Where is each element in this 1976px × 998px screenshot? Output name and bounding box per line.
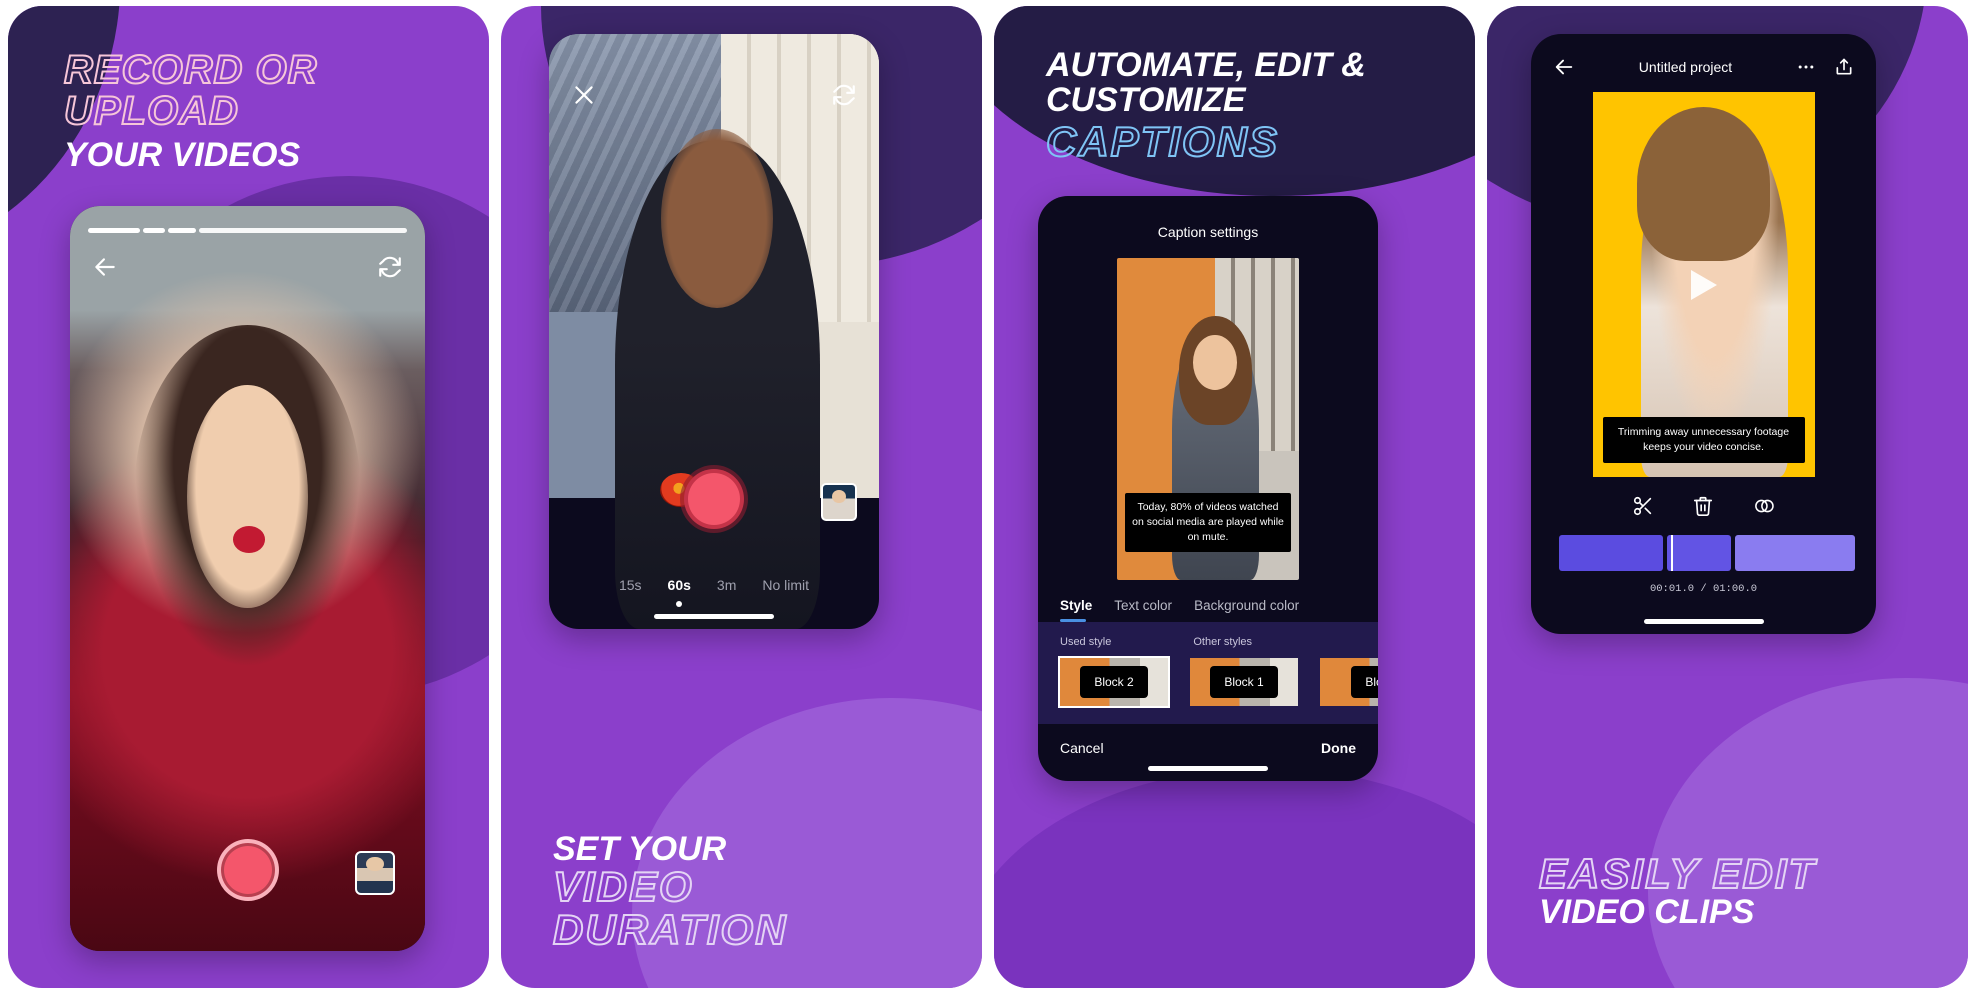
sheet-action-bar: Cancel Done [1038, 724, 1378, 756]
phone-mockup-duration: 15s 60s 3m No limit [549, 34, 879, 629]
style-card-label: Block 1 [1210, 666, 1278, 698]
close-icon[interactable] [571, 82, 597, 108]
share-icon[interactable] [1834, 57, 1854, 77]
style-card-block-1[interactable]: Block 1 [1190, 658, 1298, 706]
headline-line: AUTOMATE, EDIT & [1046, 46, 1366, 84]
more-options-icon[interactable] [1796, 57, 1816, 77]
panel-captions: AUTOMATE, EDIT & CUSTOMIZE CAPTIONS Capt… [994, 6, 1475, 988]
screenshot-gallery: RECORD OR UPLOAD YOUR VIDEOS 15s 60s 3m … [0, 0, 1976, 998]
headline-subtitle: YOUR VIDEOS [64, 135, 301, 174]
phone-mockup-captions: Caption settings Today, 80% of videos wa… [1038, 196, 1378, 781]
duration-option-60s[interactable]: 60s [668, 577, 691, 593]
duplicate-icon[interactable] [1752, 495, 1776, 517]
phone-mockup-editor: Untitled project Trimming away unnecessa… [1531, 34, 1876, 634]
editor-toolbar [1531, 495, 1876, 517]
gallery-thumbnail[interactable] [821, 483, 857, 521]
play-icon[interactable] [1690, 269, 1717, 300]
gallery-thumbnail[interactable] [355, 851, 395, 895]
timeline-clip[interactable] [1667, 535, 1731, 571]
back-arrow-icon[interactable] [1553, 56, 1575, 78]
home-indicator [1643, 619, 1764, 624]
caption-settings-tabs: Style Text color Background color [1038, 598, 1378, 622]
phone-mockup-camera [70, 206, 425, 951]
panel-easily-edit: Untitled project Trimming away unnecessa… [1487, 6, 1968, 988]
panel-record-or-upload: RECORD OR UPLOAD YOUR VIDEOS [8, 6, 489, 988]
panel-headline: RECORD OR UPLOAD YOUR VIDEOS [63, 48, 318, 174]
home-indicator [654, 614, 774, 619]
caption-text-overlay: Today, 80% of videos watched on social m… [1125, 493, 1291, 552]
progress-segment [168, 228, 196, 233]
headline-line: UPLOAD [63, 88, 239, 133]
scissors-icon[interactable] [1632, 495, 1654, 517]
record-button[interactable] [684, 469, 744, 529]
tab-text-color[interactable]: Text color [1114, 598, 1172, 622]
style-picker: Used style Other styles Block 2 Block 1 … [1038, 622, 1378, 724]
style-card-block-2[interactable]: Block 2 [1058, 656, 1170, 708]
label-used-style: Used style [1060, 636, 1112, 648]
caption-text-overlay: Trimming away unnecessary footage keeps … [1602, 416, 1805, 463]
duration-option-15s[interactable]: 15s [619, 577, 642, 593]
tab-background-color[interactable]: Background color [1194, 598, 1299, 622]
timeline-clip[interactable] [1559, 535, 1663, 571]
timeline-clip[interactable] [1735, 535, 1855, 571]
progress-segment [143, 228, 165, 233]
headline-line: RECORD OR [63, 48, 318, 92]
duration-option-no-limit[interactable]: No limit [762, 577, 809, 593]
panel-headline: SET YOUR VIDEO DURATION [552, 829, 788, 954]
subject-face [661, 129, 774, 308]
top-bar-actions [1796, 57, 1854, 77]
trash-icon[interactable] [1692, 495, 1714, 517]
panel-set-video-duration: 15s 60s 3m No limit SET YOUR VIDEO DURAT… [501, 6, 982, 988]
back-arrow-icon[interactable] [92, 254, 118, 280]
label-other-styles: Other styles [1193, 636, 1253, 648]
decorative-blob [994, 768, 1475, 988]
headline-line: EASILY EDIT [1538, 849, 1817, 897]
subject-hair [1636, 107, 1771, 262]
style-card-row: Block 2 Block 1 Blo [1058, 656, 1378, 708]
style-group-labels: Used style Other styles [1060, 636, 1378, 648]
editor-top-bar: Untitled project [1531, 34, 1876, 92]
video-preview[interactable]: Trimming away unnecessary footage keeps … [1592, 92, 1815, 477]
caption-preview: Today, 80% of videos watched on social m… [1117, 258, 1299, 580]
style-card-label: Blo [1351, 666, 1378, 698]
recording-progress-bar[interactable] [88, 228, 407, 233]
panel-headline: AUTOMATE, EDIT & CUSTOMIZE CAPTIONS [1045, 46, 1366, 166]
project-title[interactable]: Untitled project [1639, 59, 1732, 75]
record-button[interactable] [216, 839, 279, 901]
style-card-label: Block 2 [1080, 666, 1148, 698]
subject-face [1193, 335, 1238, 390]
timeline-playhead[interactable] [1671, 535, 1673, 571]
decorative-blob [1648, 678, 1968, 988]
timecode-display: 00:01.0 / 01:00.0 [1649, 583, 1758, 595]
home-indicator [1148, 766, 1268, 771]
duration-option-3m[interactable]: 3m [717, 577, 736, 593]
headline-line: CUSTOMIZE [1046, 80, 1246, 119]
cancel-button[interactable]: Cancel [1060, 740, 1104, 756]
camera-flip-icon[interactable] [377, 254, 403, 280]
done-button[interactable]: Done [1321, 740, 1356, 756]
tab-style[interactable]: Style [1060, 598, 1092, 622]
headline-line: VIDEO [552, 863, 694, 911]
panel-headline: EASILY EDIT VIDEO CLIPS [1538, 849, 1817, 932]
camera-top-bar [70, 254, 425, 280]
headline-accent: CAPTIONS [1045, 118, 1280, 166]
headline-subtitle: VIDEO CLIPS [1539, 893, 1755, 932]
headline-subtitle: SET YOUR [553, 829, 727, 868]
progress-segment [88, 228, 140, 233]
style-card-block-3[interactable]: Blo [1320, 658, 1378, 706]
headline-line: DURATION [552, 906, 788, 954]
subject-face [187, 384, 308, 609]
camera-flip-icon[interactable] [831, 82, 857, 108]
timeline-track[interactable] [1531, 535, 1876, 571]
duration-selector[interactable]: 15s 60s 3m No limit [549, 577, 879, 593]
progress-segment [199, 228, 407, 233]
sheet-title: Caption settings [1157, 224, 1259, 240]
